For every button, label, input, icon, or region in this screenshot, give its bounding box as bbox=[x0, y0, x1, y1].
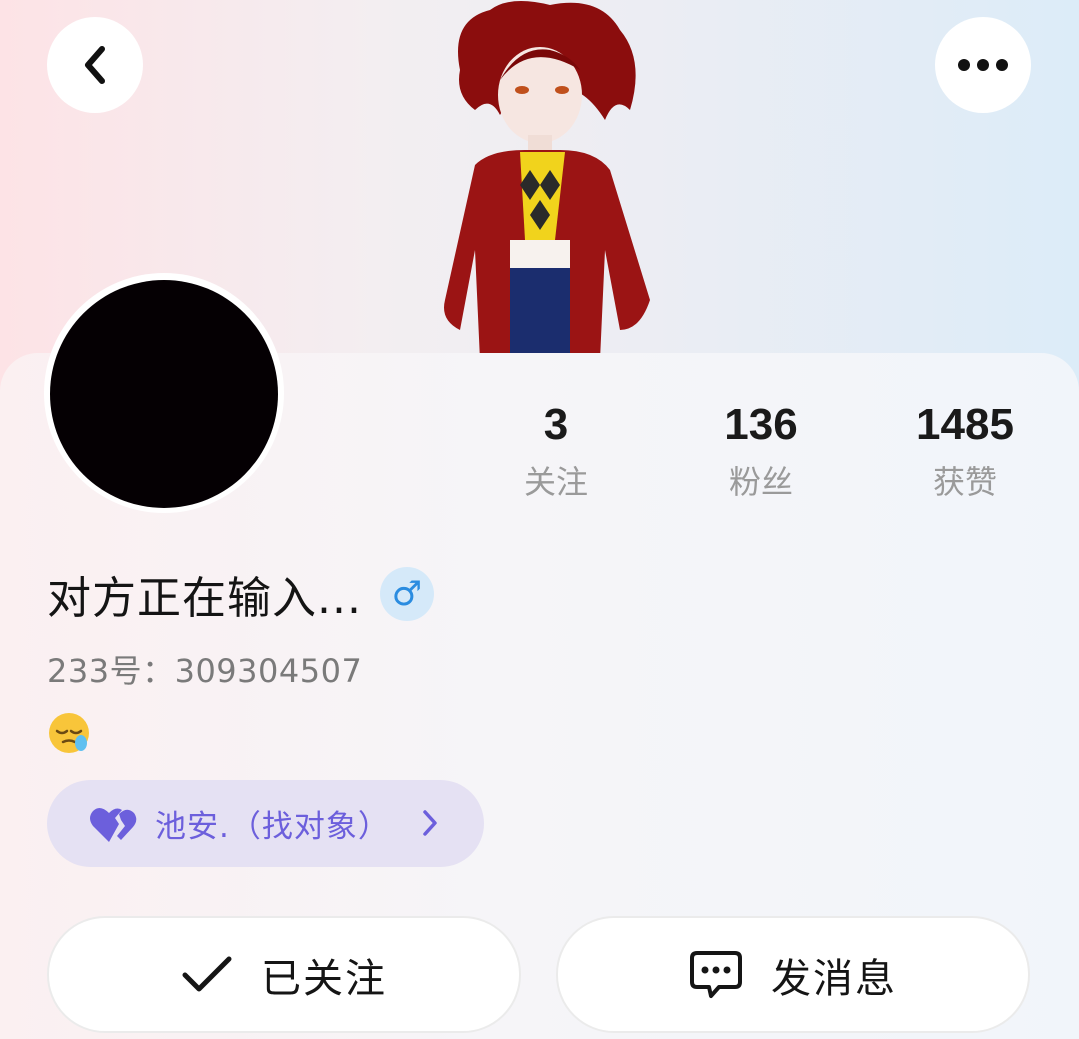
stat-following-label: 关注 bbox=[523, 463, 588, 501]
avatar[interactable] bbox=[50, 280, 278, 508]
sleepy-face-emoji bbox=[49, 713, 89, 753]
stat-following-value: 3 bbox=[543, 400, 569, 449]
heart-icon bbox=[90, 807, 137, 842]
male-gender-icon: ♂ bbox=[379, 567, 434, 621]
chevron-left-icon bbox=[85, 46, 105, 84]
chevron-right-icon bbox=[423, 810, 437, 836]
profile-name: 对方正在输入... bbox=[47, 573, 362, 624]
stat-likes[interactable]: 1485 获赞 bbox=[865, 398, 1065, 502]
more-options-button[interactable] bbox=[935, 17, 1031, 113]
send-message-label: 发消息 bbox=[771, 955, 897, 1002]
stat-likes-value: 1485 bbox=[916, 400, 1014, 449]
followed-button[interactable]: 已关注 bbox=[47, 916, 521, 1033]
stat-followers-value: 136 bbox=[724, 400, 798, 449]
stat-following[interactable]: 3 关注 bbox=[456, 398, 656, 502]
chat-bubble-icon bbox=[690, 950, 742, 998]
stat-followers[interactable]: 136 粉丝 bbox=[661, 398, 861, 502]
relationship-tag-label: 池安.（找对象） bbox=[155, 809, 390, 845]
more-dots-icon bbox=[958, 59, 1008, 71]
send-message-button[interactable]: 发消息 bbox=[556, 916, 1030, 1033]
character-avatar-figure bbox=[444, 1, 650, 360]
back-button[interactable] bbox=[47, 17, 143, 113]
relationship-tag[interactable]: 池安.（找对象） bbox=[47, 780, 484, 867]
user-id[interactable]: 233号：309304507 bbox=[47, 646, 362, 692]
stat-likes-label: 获赞 bbox=[932, 463, 997, 501]
checkmark-icon bbox=[182, 956, 232, 991]
followed-button-label: 已关注 bbox=[261, 955, 387, 1002]
name-row: 对方正在输入... ♂ bbox=[47, 562, 434, 626]
stat-followers-label: 粉丝 bbox=[728, 463, 793, 501]
